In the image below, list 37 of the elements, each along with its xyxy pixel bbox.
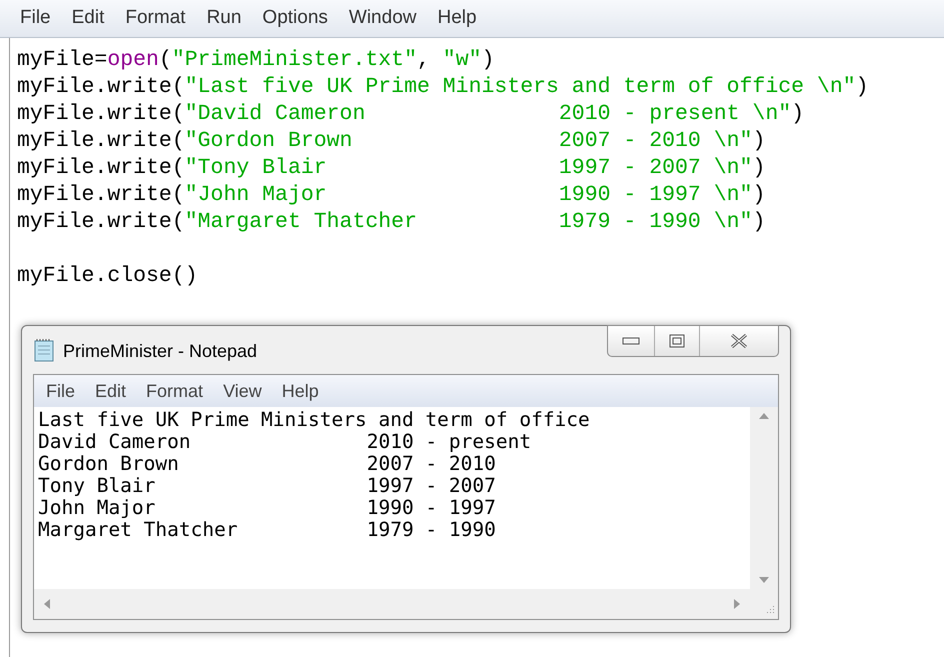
- window-title: PrimeMinister - Notepad: [63, 340, 258, 363]
- code-line: myFile.close(): [17, 263, 198, 290]
- code-line: myFile.write("Tony Blair 1997 - 2007 \n"): [17, 155, 766, 182]
- scroll-left-icon[interactable]: [44, 599, 50, 609]
- code-line: myFile=open("PrimeMinister.txt", "w"): [17, 47, 494, 74]
- menu-item[interactable]: File: [20, 4, 51, 33]
- text-line: Gordon Brown 2007 - 2010: [38, 453, 496, 475]
- text-line: Margaret Thatcher 1979 - 1990: [38, 519, 496, 541]
- scroll-right-icon[interactable]: [734, 599, 740, 609]
- menu-item[interactable]: Help: [437, 4, 477, 33]
- scroll-down-icon[interactable]: [759, 577, 769, 583]
- menu-item[interactable]: Format: [146, 378, 204, 404]
- menu-item[interactable]: Options: [262, 4, 328, 33]
- menu-item[interactable]: Window: [348, 4, 416, 33]
- minimize-icon: [622, 337, 640, 345]
- notepad-icon: [33, 338, 55, 362]
- text-line: John Major 1990 - 1997: [38, 497, 496, 519]
- menu-item[interactable]: Format: [125, 4, 186, 33]
- menu-item[interactable]: Help: [282, 378, 319, 404]
- maximize-icon: [669, 334, 685, 348]
- menu-item[interactable]: View: [223, 378, 262, 404]
- text-line: Tony Blair 1997 - 2007: [38, 475, 496, 497]
- menu-item[interactable]: File: [46, 378, 76, 404]
- menu-item[interactable]: Run: [206, 4, 242, 33]
- code-line: myFile.write("Margaret Thatcher 1979 - 1990 \n"): [17, 209, 766, 236]
- scroll-up-icon[interactable]: [759, 413, 769, 419]
- menu-item[interactable]: Edit: [95, 378, 126, 404]
- code-line: myFile.write("David Cameron 2010 - present \n"): [17, 101, 804, 128]
- text-line: David Cameron 2010 - present: [38, 431, 532, 453]
- code-line: myFile.write("John Major 1990 - 1997 \n"): [17, 182, 766, 209]
- resize-grip-icon[interactable]: [764, 605, 774, 615]
- menu-item[interactable]: Edit: [72, 4, 104, 33]
- code-line: myFile.write("Gordon Brown 2007 - 2010 \n"): [17, 128, 766, 155]
- code-line: myFile.write("Last five UK Prime Ministers and term of office \n"): [17, 74, 869, 101]
- text-area[interactable]: Last five UK Prime Ministers and term of office David Cameron 2010 - present Gordon Brown 2007 - 2010 Tony Blair 1997 - 2007 John Major 1990 - 1997 Margaret Thatcher 1979 - 1990: [34, 407, 750, 589]
- close-icon: [730, 333, 748, 349]
- text-line: Last five UK Prime Ministers and term of office: [38, 409, 590, 431]
